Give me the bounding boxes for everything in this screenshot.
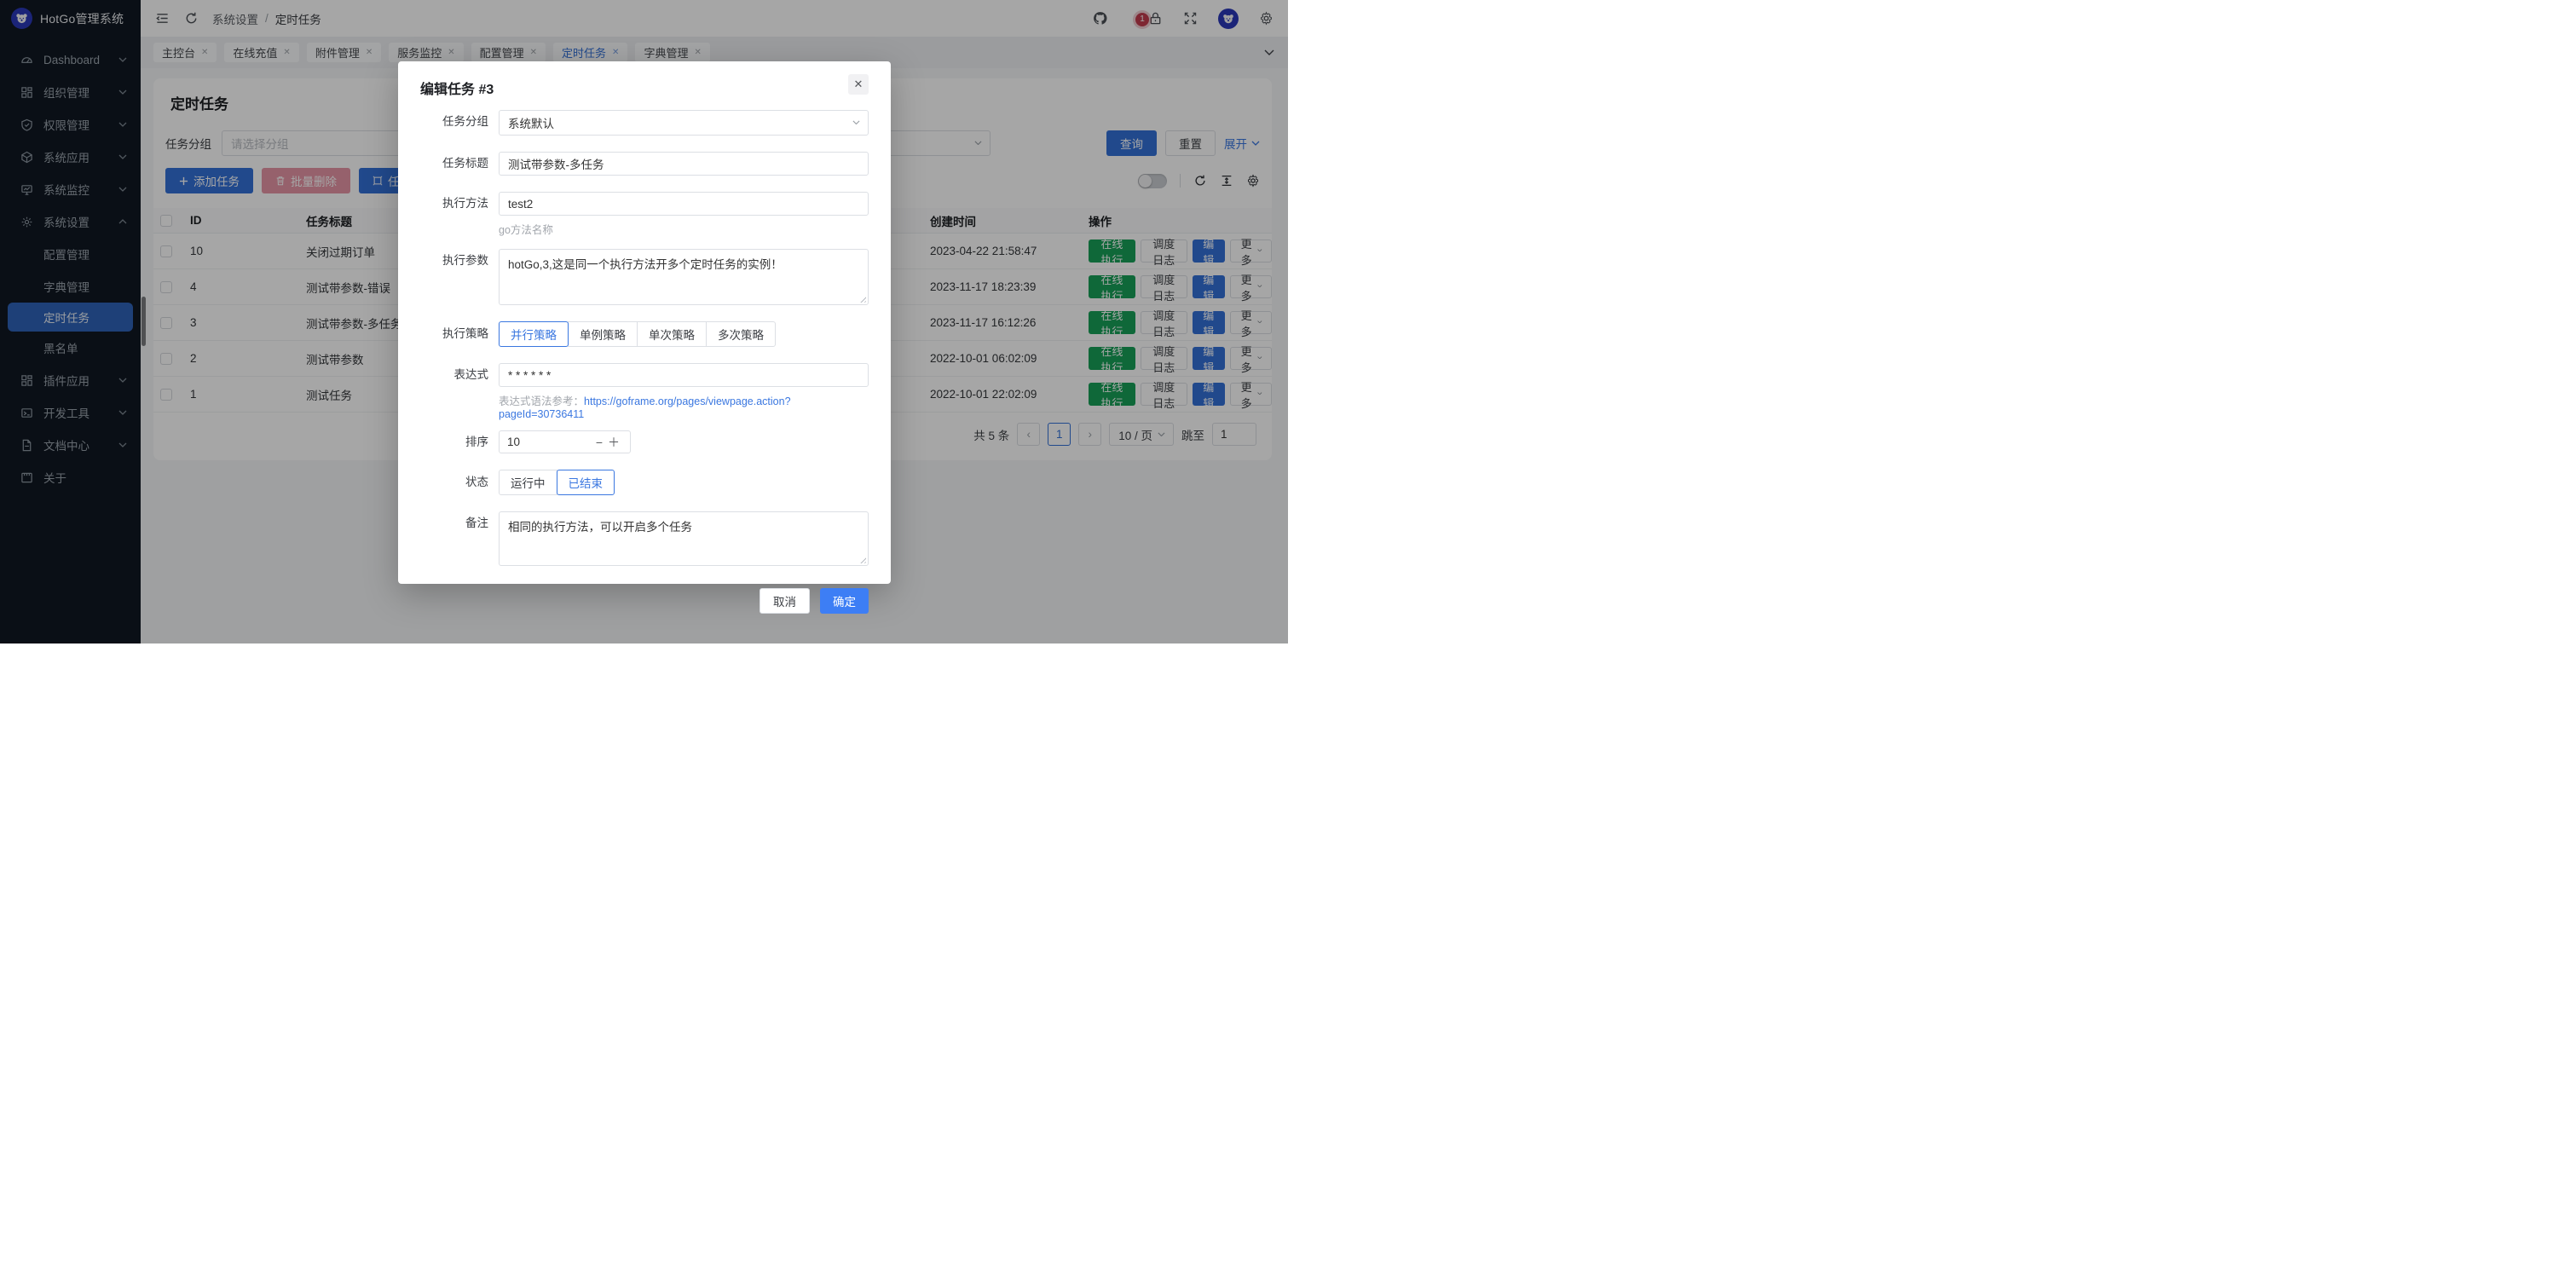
params-field-label: 执行参数 xyxy=(420,249,499,305)
chevron-down-icon xyxy=(852,120,860,125)
confirm-button[interactable]: 确定 xyxy=(820,588,869,614)
exec-params-textarea[interactable]: hotGo,3,这是同一个执行方法开多个定时任务的实例！ xyxy=(499,249,869,305)
form-row-method: 执行方法 go方法名称 xyxy=(420,192,869,237)
close-icon[interactable]: ✕ xyxy=(848,74,869,95)
strategy-option-multiple[interactable]: 多次策略 xyxy=(706,321,776,347)
form-row-strategy: 执行策略 并行策略 单例策略 单次策略 多次策略 xyxy=(420,321,869,347)
task-group-value: 系统默认 xyxy=(508,114,554,131)
task-group-select[interactable]: 系统默认 xyxy=(499,110,869,136)
status-segmented: 运行中 已结束 xyxy=(499,470,869,495)
edit-task-form: 任务分组 系统默认 任务标题 执行方法 go方法名称 xyxy=(420,110,869,614)
strategy-option-parallel[interactable]: 并行策略 xyxy=(499,321,569,347)
expression-field-label: 表达式 xyxy=(420,363,499,420)
form-row-status: 状态 运行中 已结束 xyxy=(420,470,869,495)
plus-stepper-button[interactable]: ＋ xyxy=(605,436,622,448)
form-row-title: 任务标题 xyxy=(420,152,869,176)
task-title-input[interactable] xyxy=(499,152,869,176)
title-field-label: 任务标题 xyxy=(420,152,499,176)
cancel-button[interactable]: 取消 xyxy=(760,588,810,614)
strategy-option-singleton[interactable]: 单例策略 xyxy=(568,321,638,347)
form-row-expression: 表达式 表达式语法参考：https://goframe.org/pages/vi… xyxy=(420,363,869,420)
modal-footer: 取消 确定 xyxy=(420,588,869,614)
modal-title: 编辑任务 #3 xyxy=(420,74,494,98)
sort-field-label: 排序 xyxy=(420,430,499,454)
form-row-remark: 备注 相同的执行方法，可以开启多个任务 xyxy=(420,511,869,566)
remark-textarea[interactable]: 相同的执行方法，可以开启多个任务 xyxy=(499,511,869,566)
strategy-segmented: 并行策略 单例策略 单次策略 多次策略 xyxy=(499,321,869,347)
method-field-label: 执行方法 xyxy=(420,192,499,237)
sort-value: 10 xyxy=(507,436,593,448)
sort-number-input[interactable]: 10 − ＋ xyxy=(499,430,631,453)
form-row-params: 执行参数 hotGo,3,这是同一个执行方法开多个定时任务的实例！ xyxy=(420,249,869,305)
minus-stepper-button[interactable]: − xyxy=(593,436,605,448)
strategy-field-label: 执行策略 xyxy=(420,321,499,347)
exec-method-input[interactable] xyxy=(499,192,869,216)
expression-helper-prefix: 表达式语法参考： xyxy=(499,395,584,407)
edit-task-modal: 编辑任务 #3 ✕ 任务分组 系统默认 任务标题 执行 xyxy=(398,61,891,584)
remark-field-label: 备注 xyxy=(420,511,499,566)
form-row-group: 任务分组 系统默认 xyxy=(420,110,869,136)
method-helper-text: go方法名称 xyxy=(499,221,869,237)
expression-helper: 表达式语法参考：https://goframe.org/pages/viewpa… xyxy=(499,392,869,420)
group-field-label: 任务分组 xyxy=(420,110,499,136)
status-option-running[interactable]: 运行中 xyxy=(499,470,557,495)
status-field-label: 状态 xyxy=(420,470,499,495)
expression-input[interactable] xyxy=(499,363,869,387)
form-row-sort: 排序 10 − ＋ xyxy=(420,430,869,454)
modal-header: 编辑任务 #3 ✕ xyxy=(420,74,869,98)
strategy-option-once[interactable]: 单次策略 xyxy=(637,321,707,347)
status-option-ended[interactable]: 已结束 xyxy=(557,470,615,495)
screen: HotGo管理系统 Dashboard 组织管理 权限管理 系统应用 xyxy=(0,0,1288,644)
